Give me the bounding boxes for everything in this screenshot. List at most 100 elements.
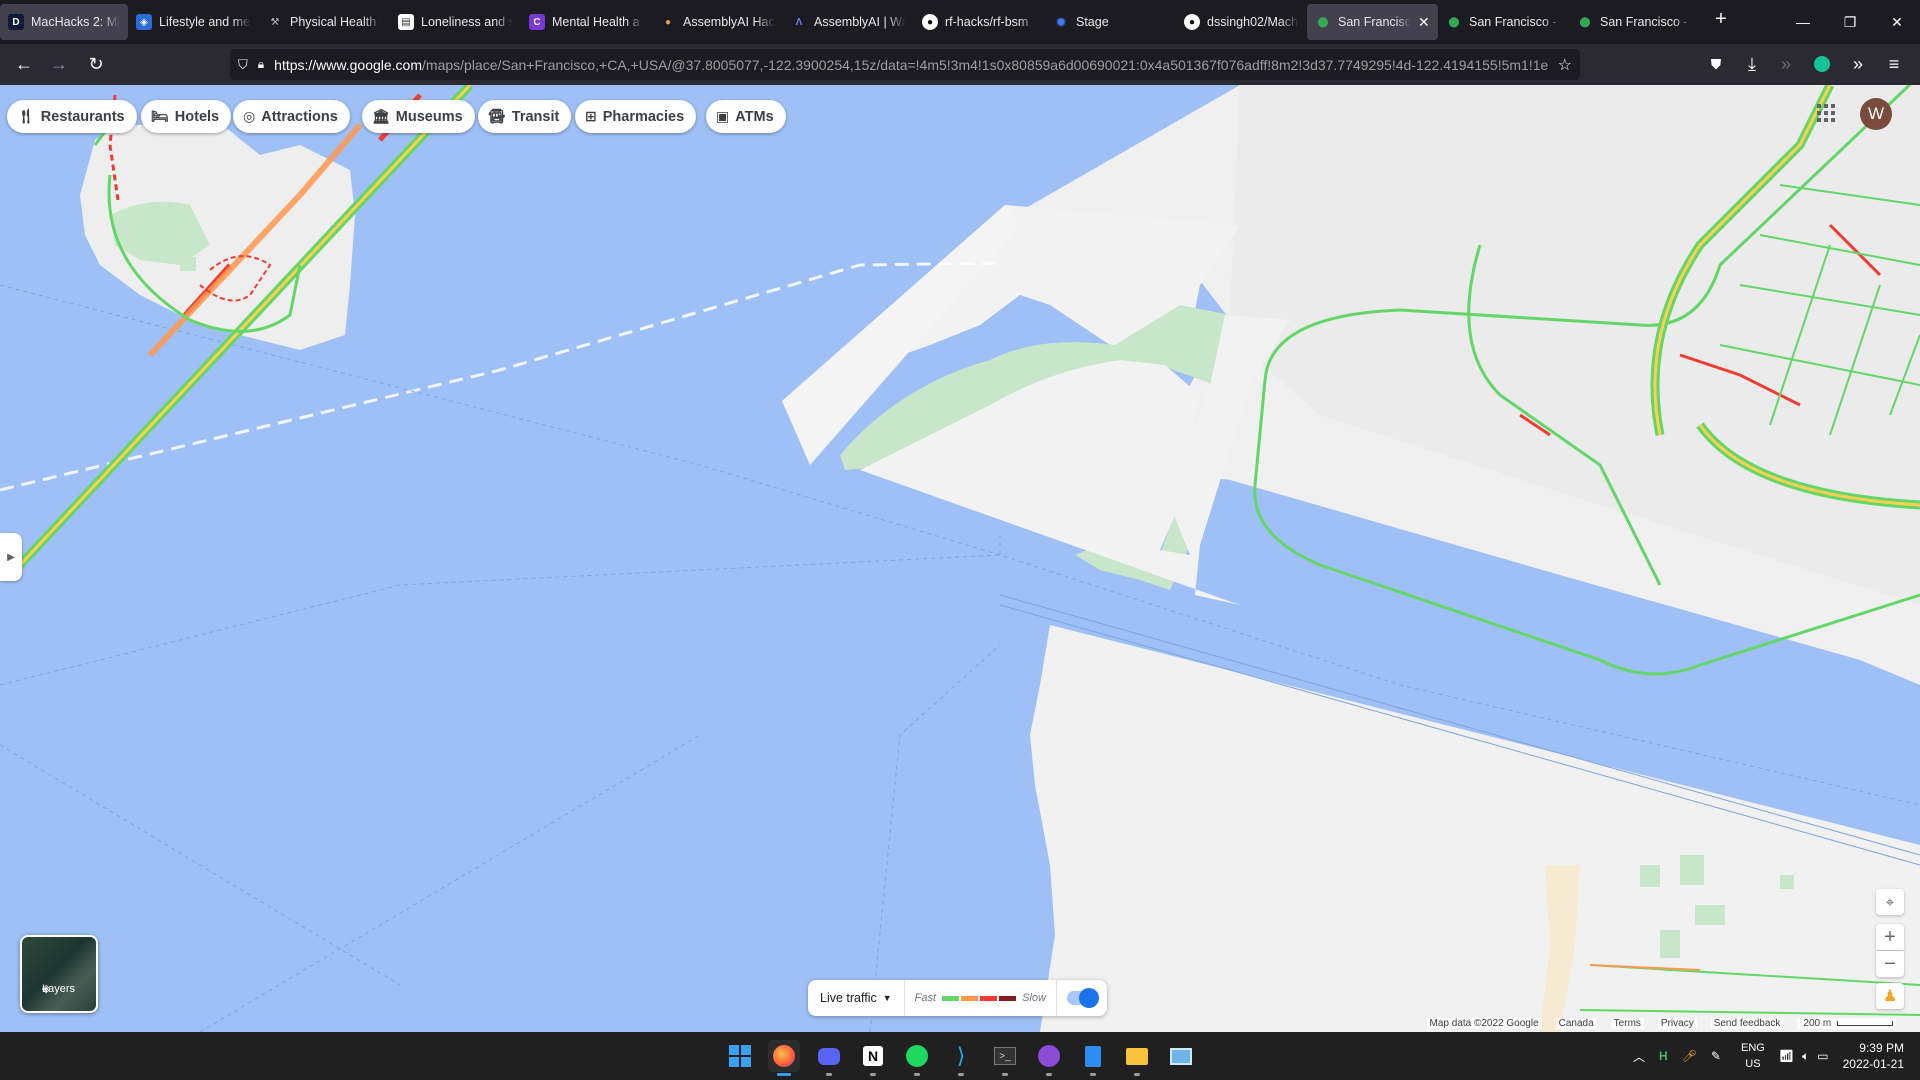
avatar[interactable]: W xyxy=(1860,98,1892,130)
microphone-icon[interactable]: 🎤︎ xyxy=(1682,1049,1697,1063)
region-link[interactable]: Canada xyxy=(1555,1018,1597,1029)
legend-orange xyxy=(961,995,979,1001)
tab-physical-health[interactable]: ⚒ Physical Health a xyxy=(259,4,390,40)
scale-bar[interactable]: 200 m xyxy=(1797,1018,1896,1029)
pocket-icon[interactable]: ⛊ xyxy=(1700,48,1732,80)
map-canvas[interactable]: 🍴︎ Restaurants 🛏︎ Hotels ◎ Attractions 🏛︎ Mu… xyxy=(0,85,1920,1032)
chip-restaurants[interactable]: 🍴︎ Restaurants xyxy=(7,100,137,133)
traffic-mode-select[interactable]: Live traffic ▼ xyxy=(808,980,905,1016)
tab-san-francisco-selected[interactable]: ⬤ San Francisco ✕ xyxy=(1307,4,1438,40)
devpost-icon: D xyxy=(8,14,24,30)
shield-icon[interactable]: ⛉ xyxy=(238,57,248,73)
minimize-button[interactable]: — xyxy=(1780,0,1826,44)
chip-pharmacies[interactable]: ⊞ Pharmacies xyxy=(575,100,697,133)
address-bar[interactable]: ⛉ 🔒︎ https://www.google.com/maps/place/S… xyxy=(230,49,1580,80)
museum-icon: 🏛︎ xyxy=(372,108,390,124)
document-icon: ▤ xyxy=(398,14,414,30)
bus-icon: 🚍︎ xyxy=(488,108,506,124)
system-tray: ︿ H 🎤︎ ✎ ENG US 📶︎ 🔈︎ ▭ 9:39 PM 2022-01-21 xyxy=(1633,1032,1920,1080)
bed-icon: 🛏︎ xyxy=(151,108,169,124)
firefox-icon[interactable] xyxy=(768,1040,800,1076)
atm-icon: ▣ xyxy=(716,108,730,124)
chip-atms[interactable]: ▣ ATMs xyxy=(706,100,786,133)
zoom-in-button[interactable]: + xyxy=(1876,924,1904,950)
pegman-icon[interactable]: ♟ xyxy=(1876,983,1904,1009)
toggle-switch[interactable] xyxy=(1066,988,1099,1008)
layers-button[interactable]: ◈ Layers xyxy=(20,935,98,1013)
tab-rf-hacks[interactable]: ● rf-hacks/rf-bsm xyxy=(914,4,1045,40)
clock[interactable]: 9:39 PM 2022-01-21 xyxy=(1843,1040,1904,1072)
tab-mental-health[interactable]: C Mental Health a xyxy=(521,4,652,40)
legend-green xyxy=(942,995,960,1001)
github-desktop-icon[interactable] xyxy=(1033,1040,1065,1076)
tab-loneliness[interactable]: ▤ Loneliness and s xyxy=(390,4,521,40)
grammarly-icon[interactable] xyxy=(1806,48,1838,80)
google-apps-icon[interactable] xyxy=(1814,101,1838,125)
close-tab-icon[interactable]: ✕ xyxy=(1418,14,1430,31)
map-base-layer xyxy=(0,85,1920,1032)
overflow-chevrons-icon[interactable]: » xyxy=(1842,48,1874,80)
discord-icon[interactable] xyxy=(813,1040,845,1076)
pen-icon[interactable]: ✎ xyxy=(1711,1049,1721,1063)
chip-museums[interactable]: 🏛︎ Museums xyxy=(362,100,475,133)
assemblyai-icon: Λ xyxy=(795,16,803,28)
wifi-icon[interactable]: 📶︎ xyxy=(1779,1049,1794,1063)
tab-stage[interactable]: ✹ Stage xyxy=(1045,4,1176,40)
wrench-icon: ⚒ xyxy=(270,16,280,28)
site-logo-icon: ◈ xyxy=(136,14,152,30)
caret-right-icon: ▶ xyxy=(7,551,15,563)
zoom-out-button[interactable]: − xyxy=(1876,951,1904,977)
battery-icon[interactable]: ▭ xyxy=(1817,1049,1828,1063)
expand-side-panel-button[interactable]: ▶ xyxy=(0,533,22,581)
terminal-icon[interactable]: >_ xyxy=(989,1040,1021,1076)
github-icon: ● xyxy=(1184,14,1200,30)
gear-icon: ✹ xyxy=(1055,13,1067,30)
maps-pin-icon: ⬤ xyxy=(1579,16,1591,28)
start-button[interactable] xyxy=(724,1040,756,1072)
restore-button[interactable]: ❐ xyxy=(1827,0,1873,44)
app-tray-icon[interactable]: H xyxy=(1659,1049,1668,1063)
tab-san-francisco-2[interactable]: ⬤ San Francisco - G xyxy=(1438,4,1569,40)
c-logo-icon: C xyxy=(529,14,545,30)
chip-attractions[interactable]: ◎ Attractions xyxy=(233,100,350,133)
url-text[interactable]: https://www.google.com/maps/place/San+Fr… xyxy=(274,57,1548,73)
traffic-toggle[interactable] xyxy=(1055,980,1107,1016)
back-button[interactable]: ← xyxy=(8,48,40,80)
app-menu-icon[interactable]: ≡ xyxy=(1878,48,1910,80)
tab-machacks[interactable]: D MacHacks 2: Ma xyxy=(0,4,128,40)
vscode-icon[interactable]: ⟩ xyxy=(945,1040,977,1076)
tab-assemblyai[interactable]: Λ AssemblyAI | Wa xyxy=(783,4,914,40)
file-explorer-icon[interactable] xyxy=(1121,1040,1153,1076)
privacy-link[interactable]: Privacy xyxy=(1657,1018,1697,1029)
photos-icon[interactable] xyxy=(1165,1040,1197,1072)
forward-button[interactable]: → xyxy=(43,48,75,80)
language-indicator[interactable]: ENG US xyxy=(1741,1040,1765,1072)
tab-assemblyai-hack[interactable]: ● AssemblyAI Hack xyxy=(652,4,783,40)
new-tab-button[interactable]: + xyxy=(1706,4,1736,34)
my-location-button[interactable]: ⌖ xyxy=(1876,889,1904,915)
chevron-up-icon[interactable]: ︿ xyxy=(1633,1048,1645,1065)
notion-icon[interactable]: N xyxy=(857,1040,889,1076)
spotify-icon[interactable] xyxy=(901,1040,933,1076)
tab-dssingh02[interactable]: ● dssingh02/Mach xyxy=(1176,4,1307,40)
tab-san-francisco-3[interactable]: ⬤ San Francisco - G xyxy=(1569,4,1700,40)
extension-arrows-icon[interactable]: » xyxy=(1770,48,1802,80)
downloads-icon[interactable]: ⤓ xyxy=(1736,48,1768,80)
bookmark-star-icon[interactable]: ☆ xyxy=(1558,55,1572,75)
camera-icon: ◎ xyxy=(243,108,256,124)
chip-hotels[interactable]: 🛏︎ Hotels xyxy=(141,100,232,133)
close-window-button[interactable]: ✕ xyxy=(1874,0,1920,44)
notepad-icon[interactable] xyxy=(1077,1040,1109,1076)
fork-knife-icon: 🍴︎ xyxy=(17,108,35,124)
traffic-control: Live traffic ▼ Fast Slow xyxy=(808,980,1107,1016)
chip-transit[interactable]: 🚍︎ Transit xyxy=(478,100,572,133)
tab-lifestyle[interactable]: ◈ Lifestyle and me xyxy=(128,4,259,40)
legend-red xyxy=(980,995,998,1001)
navigation-toolbar: ← → ↻ ⛉ 🔒︎ https://www.google.com/maps/p… xyxy=(0,44,1920,85)
terms-link[interactable]: Terms xyxy=(1610,1018,1644,1029)
legend-darkred xyxy=(999,995,1017,1001)
send-feedback-link[interactable]: Send feedback xyxy=(1710,1018,1784,1029)
lock-icon[interactable]: 🔒︎ xyxy=(258,57,264,72)
reload-button[interactable]: ↻ xyxy=(80,48,112,80)
volume-icon[interactable]: 🔈︎ xyxy=(1802,1049,1809,1064)
